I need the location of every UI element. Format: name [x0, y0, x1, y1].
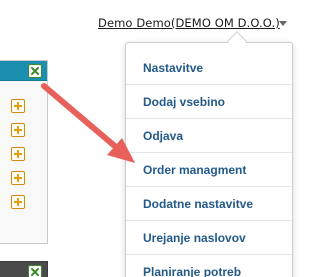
plus-icon[interactable]	[11, 99, 25, 113]
menu-item-nastavitve[interactable]: Nastavitve	[126, 51, 292, 85]
plus-icon[interactable]	[11, 171, 25, 185]
user-menu-link[interactable]: Demo Demo(DEMO OM D.O.O.)	[98, 16, 280, 30]
annotation-arrow-shaft	[41, 83, 126, 156]
menu-item-dodatne-nastavitve[interactable]: Dodatne nastavitve	[126, 187, 292, 221]
close-x-icon[interactable]	[28, 265, 42, 277]
menu-item-urejanje-naslovov[interactable]: Urejanje naslovov	[126, 221, 292, 255]
menu-item-dodaj-vsebino[interactable]: Dodaj vsebino	[126, 85, 292, 119]
widget-panel-header	[0, 61, 47, 81]
plus-icon[interactable]	[11, 147, 25, 161]
plus-icon[interactable]	[11, 123, 25, 137]
close-x-icon[interactable]	[28, 64, 42, 78]
menu-item-odjava[interactable]: Odjava	[126, 119, 292, 153]
widget-panel-2	[0, 261, 48, 277]
user-dropdown-menu: Nastavitve Dodaj vsebino Odjava Order ma…	[125, 42, 293, 277]
user-menu-bar: Demo Demo(DEMO OM D.O.O.)	[98, 14, 287, 32]
menu-item-planiranje-potreb[interactable]: Planiranje potreb	[126, 255, 292, 277]
add-button-list	[11, 99, 25, 209]
plus-icon[interactable]	[11, 195, 25, 209]
caret-down-icon[interactable]	[279, 21, 287, 26]
menu-item-order-managment[interactable]: Order managment	[126, 153, 292, 187]
dropdown-menu-list: Nastavitve Dodaj vsebino Odjava Order ma…	[126, 51, 292, 277]
widget-panel	[0, 60, 48, 244]
